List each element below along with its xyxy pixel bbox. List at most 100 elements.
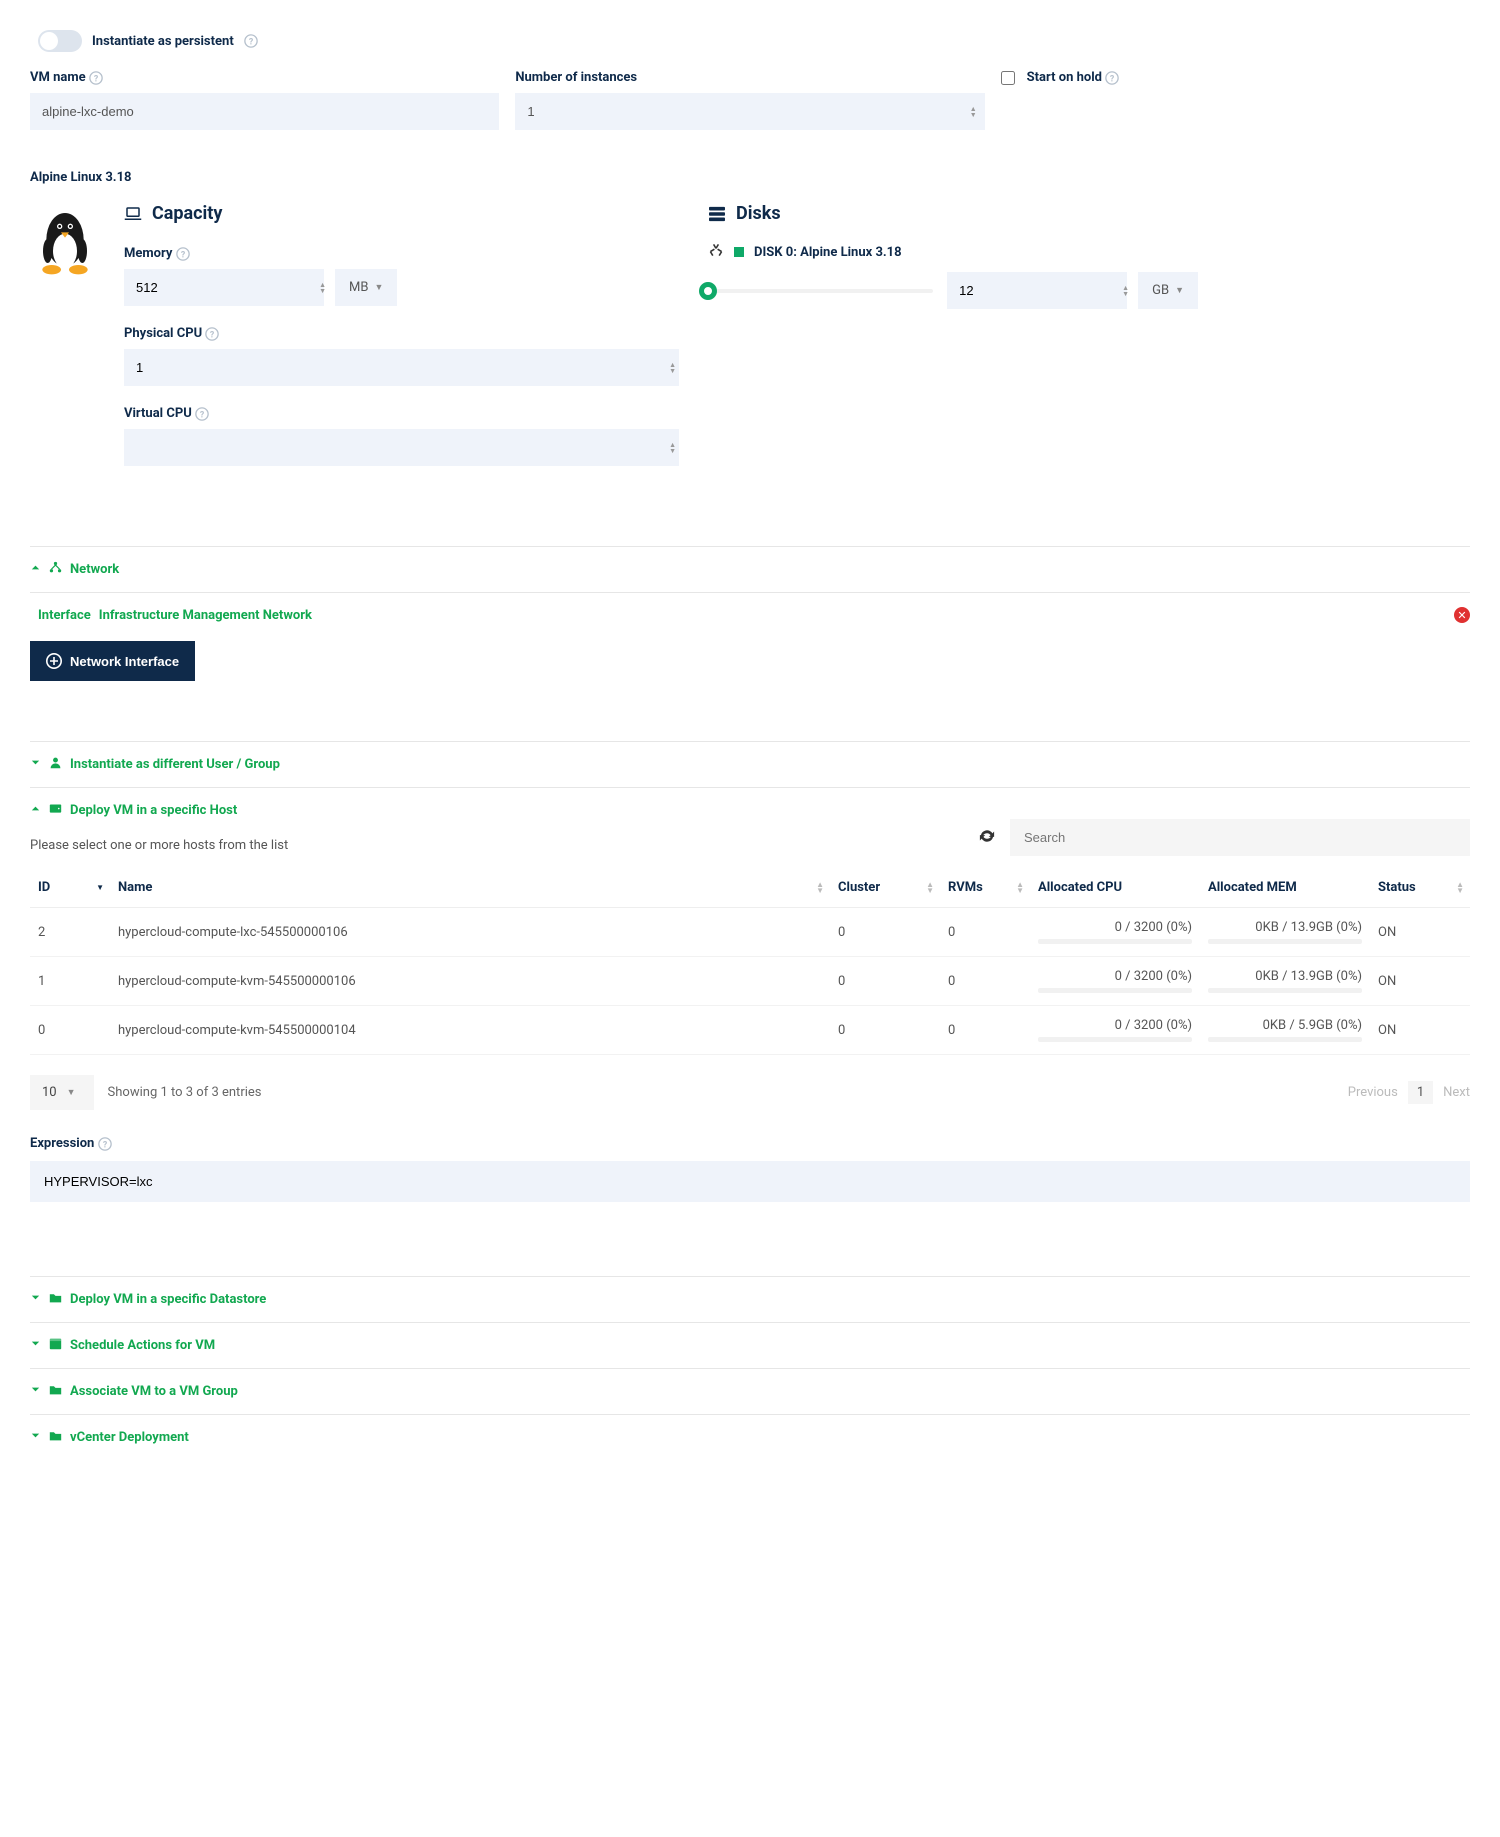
start-on-hold-checkbox[interactable] — [1001, 71, 1015, 85]
col-cluster[interactable]: Cluster▲▼ — [830, 868, 940, 908]
expression-input[interactable] — [30, 1161, 1470, 1202]
sort-icon: ▲▼ — [1456, 882, 1464, 894]
disk0-label: DISK 0: Alpine Linux 3.18 — [754, 245, 902, 260]
slider-thumb[interactable] — [699, 282, 717, 300]
expression-label: Expression ? — [30, 1136, 1470, 1151]
calendar-icon — [49, 1337, 62, 1354]
host-table: ID▼ Name▲▼ Cluster▲▼ RVMs▲▼ Allocated CP… — [30, 868, 1470, 1055]
svg-text:?: ? — [210, 330, 215, 340]
table-row[interactable]: 2hypercloud-compute-lxc-54550000010600 0… — [30, 908, 1470, 957]
host-search-input[interactable] — [1010, 819, 1470, 856]
tux-icon — [30, 203, 100, 283]
num-instances-input[interactable] — [515, 93, 984, 130]
user-icon — [49, 756, 62, 773]
chevron-down-icon — [30, 1292, 41, 1307]
disk-unit-select[interactable]: GB▼ — [1137, 272, 1198, 309]
caret-down-icon: ▼ — [67, 1087, 76, 1098]
svg-text:?: ? — [180, 250, 185, 260]
folder-icon — [49, 1429, 62, 1446]
disk-size-input[interactable] — [947, 272, 1127, 309]
vcpu-input[interactable] — [124, 429, 679, 466]
chevron-down-icon — [30, 1384, 41, 1399]
col-cpu[interactable]: Allocated CPU — [1030, 868, 1200, 908]
stepper-icon[interactable]: ▲▼ — [1122, 285, 1129, 297]
refresh-button[interactable] — [978, 828, 996, 848]
pager-prev[interactable]: Previous — [1348, 1085, 1398, 1100]
help-icon[interactable]: ? — [176, 246, 190, 261]
interface-toggle[interactable]: Interface Infrastructure Management Netw… — [30, 608, 312, 623]
svg-text:?: ? — [1110, 74, 1115, 84]
deploy-host-toggle[interactable]: Deploy VM in a specific Host — [30, 802, 1470, 819]
pcpu-input[interactable] — [124, 349, 679, 386]
chevron-down-icon — [30, 757, 41, 772]
col-name[interactable]: Name▲▼ — [110, 868, 830, 908]
chevron-down-icon — [30, 1430, 41, 1445]
laptop-icon — [124, 206, 142, 222]
plus-circle-icon — [46, 653, 62, 669]
num-instances-label: Number of instances — [515, 70, 984, 85]
memory-input[interactable] — [124, 269, 324, 306]
svg-text:?: ? — [102, 1140, 107, 1150]
folder-icon — [49, 1383, 62, 1400]
disks-header: Disks — [708, 203, 1198, 224]
network-section-toggle[interactable]: Network — [30, 561, 1470, 578]
capacity-header: Capacity — [124, 203, 684, 224]
persistent-toggle[interactable] — [38, 30, 82, 52]
chevron-up-icon — [30, 562, 41, 577]
recycle-icon — [708, 242, 724, 262]
col-status[interactable]: Status▲▼ — [1370, 868, 1470, 908]
sort-desc-icon: ▼ — [96, 885, 104, 891]
hdd-icon — [49, 802, 62, 819]
stepper-icon[interactable]: ▲▼ — [970, 106, 977, 118]
start-on-hold-label: Start on hold ? — [1027, 70, 1120, 85]
server-icon — [708, 206, 726, 222]
help-icon[interactable]: ? — [244, 34, 258, 49]
help-icon[interactable]: ? — [195, 406, 209, 421]
deploy-ds-toggle[interactable]: Deploy VM in a specific Datastore — [30, 1291, 1470, 1308]
memory-label: Memory ? — [124, 246, 684, 261]
page-size-select[interactable]: 10▼ — [30, 1075, 94, 1110]
table-row[interactable]: 1hypercloud-compute-kvm-54550000010600 0… — [30, 957, 1470, 1006]
disk-size-slider[interactable] — [708, 289, 933, 293]
pager-next[interactable]: Next — [1443, 1085, 1470, 1100]
caret-down-icon: ▼ — [1175, 285, 1184, 296]
col-rvms[interactable]: RVMs▲▼ — [940, 868, 1030, 908]
network-section-label: Network — [70, 562, 119, 577]
template-name: Alpine Linux 3.18 — [30, 170, 1470, 185]
stepper-icon[interactable]: ▲▼ — [669, 442, 676, 454]
stepper-icon[interactable]: ▲▼ — [319, 282, 326, 294]
help-icon[interactable]: ? — [1105, 70, 1119, 85]
stepper-icon[interactable]: ▲▼ — [669, 362, 676, 374]
col-id[interactable]: ID▼ — [30, 868, 110, 908]
table-row[interactable]: 0hypercloud-compute-kvm-54550000010400 0… — [30, 1006, 1470, 1055]
help-icon[interactable]: ? — [98, 1136, 112, 1151]
chevron-up-icon — [30, 803, 41, 818]
caret-down-icon: ▼ — [374, 282, 383, 293]
add-nic-button[interactable]: Network Interface — [30, 641, 195, 681]
vm-name-input[interactable] — [30, 93, 499, 130]
schedule-toggle[interactable]: Schedule Actions for VM — [30, 1337, 1470, 1354]
help-icon[interactable]: ? — [205, 326, 219, 341]
pcpu-label: Physical CPU ? — [124, 326, 684, 341]
folder-icon — [49, 1291, 62, 1308]
disk-status-indicator — [734, 247, 744, 257]
host-hint: Please select one or more hosts from the… — [30, 838, 288, 853]
remove-interface-button[interactable]: ✕ — [1454, 607, 1470, 623]
svg-text:?: ? — [94, 74, 99, 84]
pager-current[interactable]: 1 — [1408, 1081, 1433, 1104]
vcenter-toggle[interactable]: vCenter Deployment — [30, 1429, 1470, 1446]
svg-text:?: ? — [200, 410, 205, 420]
memory-unit-select[interactable]: MB▼ — [334, 269, 397, 306]
col-mem[interactable]: Allocated MEM — [1200, 868, 1370, 908]
sort-icon: ▲▼ — [1016, 882, 1024, 894]
persistent-label: Instantiate as persistent — [92, 34, 234, 49]
chevron-down-icon — [30, 1338, 41, 1353]
network-icon — [49, 561, 62, 578]
vm-group-toggle[interactable]: Associate VM to a VM Group — [30, 1383, 1470, 1400]
diff-user-toggle[interactable]: Instantiate as different User / Group — [30, 756, 1470, 773]
vcpu-label: Virtual CPU ? — [124, 406, 684, 421]
help-icon[interactable]: ? — [89, 70, 103, 85]
pager-info: Showing 1 to 3 of 3 entries — [108, 1085, 262, 1100]
sort-icon: ▲▼ — [926, 882, 934, 894]
sort-icon: ▲▼ — [816, 882, 824, 894]
